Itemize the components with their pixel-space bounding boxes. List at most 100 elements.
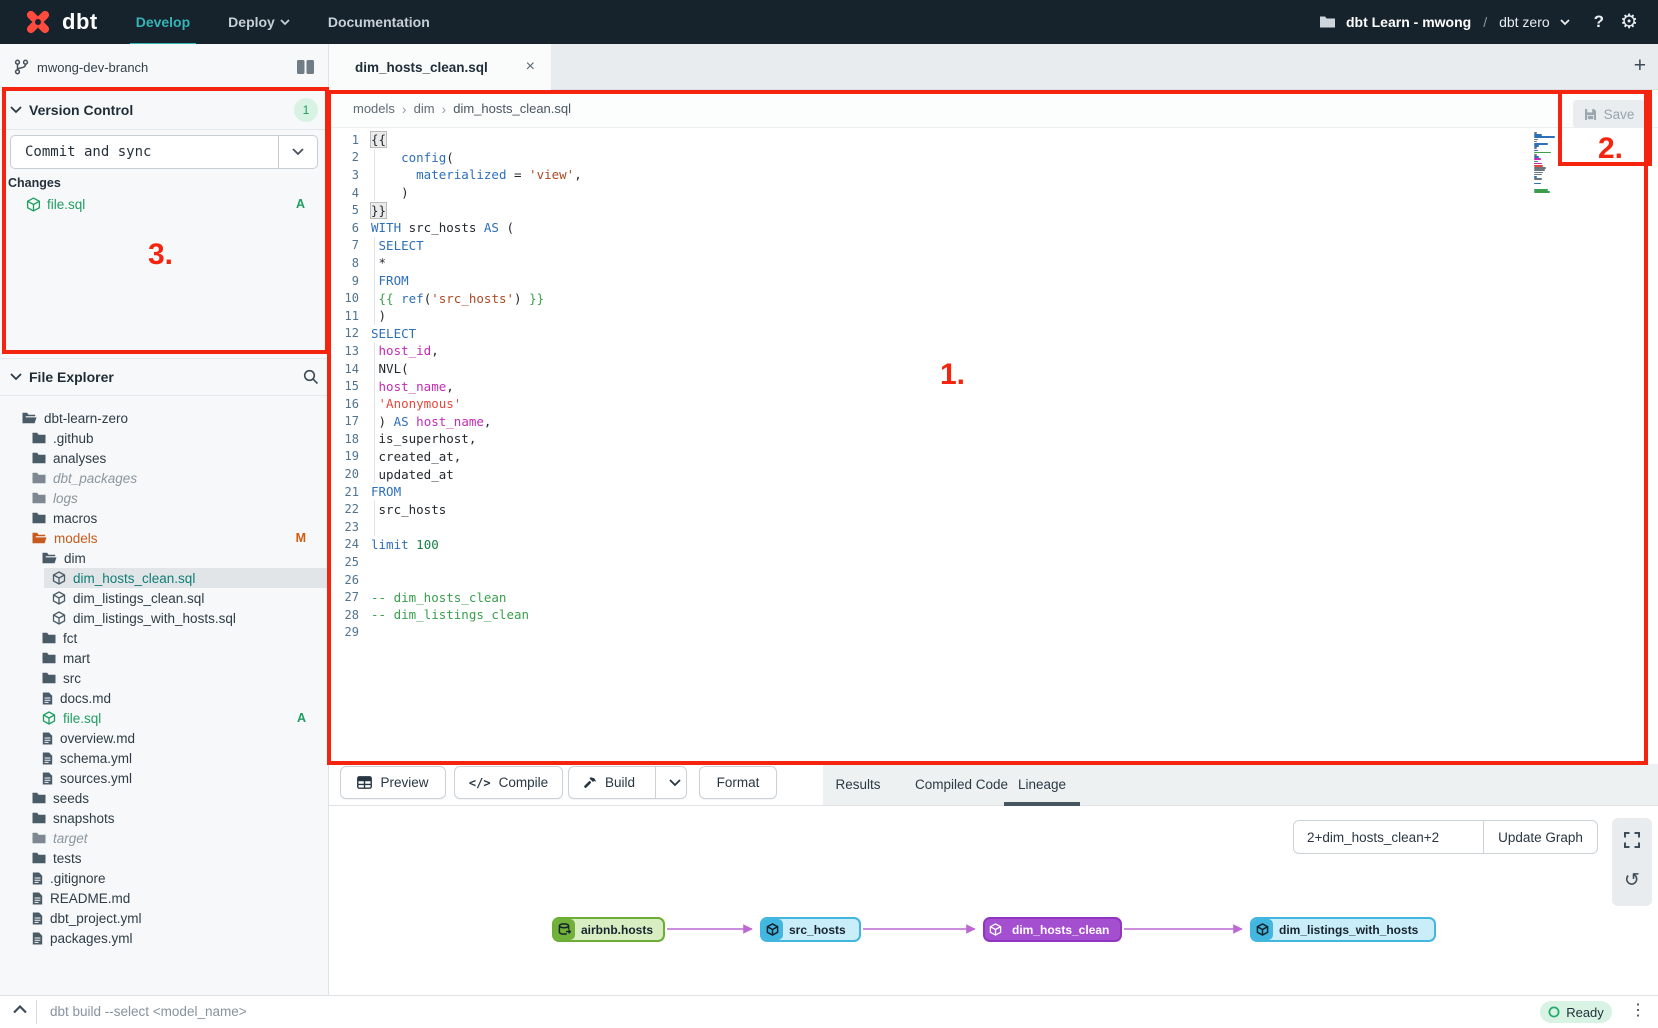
dbt-logo[interactable]: dbt [22, 8, 98, 36]
tree-item--github[interactable]: .github [0, 428, 328, 448]
close-icon[interactable]: × [526, 58, 535, 76]
tree-item-label: tests [53, 851, 82, 866]
breadcrumb-separator: › [442, 101, 447, 117]
chevron-down-icon[interactable] [1560, 19, 1570, 26]
file-explorer-header[interactable]: File Explorer [0, 358, 329, 396]
lineage-panel: airbnb.hosts src_hosts dim_hosts_clean dim_… [329, 806, 1658, 995]
breadcrumb-dim[interactable]: dim [414, 101, 435, 116]
tree-item-fct[interactable]: fct [0, 628, 328, 648]
format-button[interactable]: Format [699, 766, 777, 799]
tree-item-schema-yml[interactable]: schema.yml [0, 748, 328, 768]
git-branch-icon [14, 59, 29, 75]
search-icon[interactable] [303, 369, 319, 385]
reset-view-icon[interactable]: ↺ [1612, 860, 1652, 900]
folder-icon [32, 852, 46, 864]
tree-item-readme-md[interactable]: README.md [0, 888, 328, 908]
environment-name[interactable]: dbt zero [1499, 14, 1550, 30]
gear-icon[interactable]: ⚙ [1620, 12, 1638, 32]
branch-name[interactable]: mwong-dev-branch [37, 60, 148, 75]
tree-item-overview-md[interactable]: overview.md [0, 728, 328, 748]
tree-item-label: README.md [50, 891, 130, 906]
tree-item-label: target [53, 831, 88, 846]
lineage-node-airbnb-hosts[interactable]: airbnb.hosts [552, 917, 665, 942]
tree-item-label: seeds [53, 791, 89, 806]
line-number: 14 [329, 362, 371, 376]
change-status-badge: A [296, 197, 305, 211]
tree-item-label: dim_listings_with_hosts.sql [73, 611, 236, 626]
help-icon[interactable]: ? [1594, 12, 1604, 32]
nav-item-documentation[interactable]: Documentation [328, 14, 430, 30]
chevron-down-icon [669, 779, 681, 787]
tree-item-logs[interactable]: logs [0, 488, 328, 508]
nav-item-develop[interactable]: Develop [136, 14, 190, 30]
tree-item-snapshots[interactable]: snapshots [0, 808, 328, 828]
tree-item-src[interactable]: src [0, 668, 328, 688]
tree-item--gitignore[interactable]: .gitignore [0, 868, 328, 888]
tree-item-target[interactable]: target [0, 828, 328, 848]
tree-item-label: models [54, 531, 98, 546]
compile-button[interactable]: </> Compile [454, 766, 563, 799]
tree-item-seeds[interactable]: seeds [0, 788, 328, 808]
tree-item-dbt-learn-zero[interactable]: dbt-learn-zero [0, 408, 328, 428]
breadcrumb-models[interactable]: models [353, 101, 395, 116]
tree-item-analyses[interactable]: analyses [0, 448, 328, 468]
tree-item-models[interactable]: modelsM [0, 528, 328, 548]
tab-results[interactable]: Results [820, 764, 896, 805]
tree-item-mart[interactable]: mart [0, 648, 328, 668]
nav-item-deploy[interactable]: Deploy [228, 14, 290, 30]
lineage-node-dim-listings-with-hosts[interactable]: dim_listings_with_hosts [1250, 917, 1436, 942]
expand-panel-icon[interactable] [12, 1004, 28, 1014]
changed-file-row[interactable]: file.sql A [0, 193, 329, 215]
tree-item-tests[interactable]: tests [0, 848, 328, 868]
tree-item-label: fct [63, 631, 77, 646]
lineage-node-dim-hosts-clean[interactable]: dim_hosts_clean [983, 917, 1122, 942]
code-line-22: 22 src_hosts [329, 500, 1658, 518]
line-number: 20 [329, 467, 371, 481]
tree-item-dim-listings-with-hosts-sql[interactable]: dim_listings_with_hosts.sql [0, 608, 328, 628]
tree-item-label: mart [63, 651, 90, 666]
split-view-icon[interactable] [297, 60, 314, 74]
code-icon: </> [469, 776, 491, 790]
version-control-header[interactable]: Version Control 1 [0, 91, 328, 130]
tree-item-dim-hosts-clean-sql[interactable]: dim_hosts_clean.sql [0, 568, 328, 588]
line-number: 12 [329, 326, 371, 340]
update-graph-button[interactable]: Update Graph [1483, 820, 1598, 854]
tree-item-file-sql[interactable]: file.sqlA [0, 708, 328, 728]
tree-item-dim-listings-clean-sql[interactable]: dim_listings_clean.sql [0, 588, 328, 608]
file-icon [42, 772, 53, 785]
folder-icon [42, 632, 56, 644]
command-input[interactable]: dbt build --select <model_name> [50, 1004, 247, 1019]
code-editor[interactable]: 1{{2 config(3 materialized = 'view',4 )5… [329, 128, 1658, 764]
tree-item-docs-md[interactable]: docs.md [0, 688, 328, 708]
save-button[interactable]: Save [1573, 100, 1645, 128]
tree-item-label: packages.yml [50, 931, 133, 946]
line-number: 13 [329, 344, 371, 358]
lineage-selector-input[interactable]: 2+dim_hosts_clean+2 [1293, 820, 1484, 854]
preview-button[interactable]: Preview [340, 766, 446, 799]
lineage-node-src-hosts[interactable]: src_hosts [760, 917, 861, 942]
tree-item-packages-yml[interactable]: packages.yml [0, 928, 328, 948]
file-icon [32, 892, 43, 905]
line-number: 15 [329, 379, 371, 393]
code-lines: 1{{2 config(3 materialized = 'view',4 )5… [329, 131, 1658, 641]
new-tab-button[interactable]: + [1634, 54, 1646, 78]
tab-dim-hosts-clean[interactable]: dim_hosts_clean.sql × [329, 44, 551, 90]
commit-and-sync-button[interactable]: Commit and sync [10, 135, 318, 169]
tree-item-dbt-packages[interactable]: dbt_packages [0, 468, 328, 488]
tree-item-dbt-project-yml[interactable]: dbt_project.yml [0, 908, 328, 928]
kebab-menu-icon[interactable]: ⋮ [1630, 1000, 1646, 1020]
code-line-26: 26 [329, 571, 1658, 589]
code-line-21: 21FROM [329, 483, 1658, 501]
build-button[interactable]: Build [568, 766, 687, 799]
code-line-18: 18 is_superhost, [329, 430, 1658, 448]
brand-text: dbt [62, 9, 98, 35]
build-options-button[interactable] [664, 779, 686, 787]
model-cube-icon [985, 919, 1006, 940]
tree-item-macros[interactable]: macros [0, 508, 328, 528]
code-line-19: 19 created_at, [329, 448, 1658, 466]
tree-item-dim[interactable]: dim [0, 548, 328, 568]
tab-lineage[interactable]: Lineage [1004, 764, 1080, 805]
fullscreen-icon[interactable] [1612, 820, 1652, 860]
project-name[interactable]: dbt Learn - mwong [1346, 14, 1471, 30]
tree-item-sources-yml[interactable]: sources.yml [0, 768, 328, 788]
